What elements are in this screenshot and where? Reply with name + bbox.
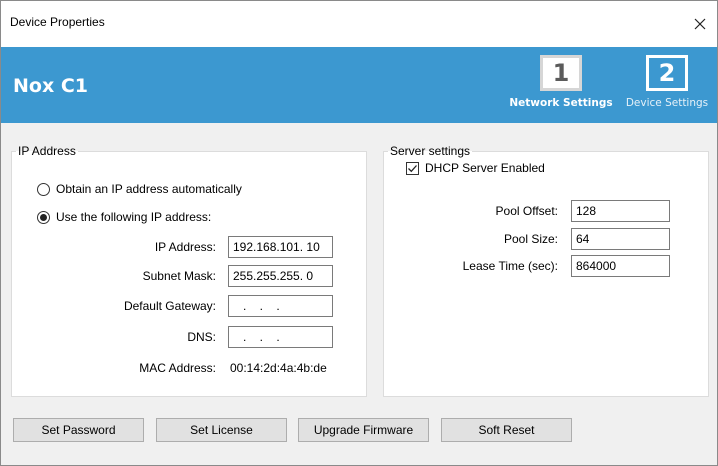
close-button[interactable] bbox=[683, 1, 717, 47]
default-gateway-field[interactable]: . . . bbox=[228, 295, 333, 317]
ip-address-field[interactable]: 192.168.101. 10 bbox=[228, 236, 333, 258]
mac-address-value: 00:14:2d:4a:4b:de bbox=[230, 361, 327, 375]
title-bar: Device Properties bbox=[1, 1, 717, 47]
pool-size-label: Pool Size: bbox=[503, 232, 558, 246]
pool-size-field[interactable]: 64 bbox=[571, 228, 670, 250]
upgrade-firmware-button[interactable]: Upgrade Firmware bbox=[298, 418, 429, 442]
server-settings-group-label: Server settings bbox=[390, 144, 471, 158]
radio-obtain-automatically[interactable]: Obtain an IP address automatically bbox=[37, 182, 242, 196]
window-title: Device Properties bbox=[10, 15, 105, 29]
dhcp-server-label: DHCP Server Enabled bbox=[425, 161, 545, 175]
dhcp-server-checkbox[interactable]: DHCP Server Enabled bbox=[406, 161, 545, 175]
radio-checked-icon bbox=[37, 210, 50, 224]
dns-field[interactable]: . . . bbox=[228, 326, 333, 348]
header-banner: Nox C1 1 Network Settings 2 Device Setti… bbox=[1, 47, 717, 123]
device-name: Nox C1 bbox=[13, 75, 88, 97]
subnet-mask-field[interactable]: 255.255.255. 0 bbox=[228, 265, 333, 287]
radio-use-following-label: Use the following IP address: bbox=[56, 210, 212, 224]
step-number-1: 1 bbox=[540, 55, 582, 91]
pool-offset-label: Pool Offset: bbox=[495, 204, 558, 218]
ip-address-group: IP Address Obtain an IP address automati… bbox=[11, 144, 367, 397]
soft-reset-button[interactable]: Soft Reset bbox=[441, 418, 572, 442]
step-number-2: 2 bbox=[646, 55, 688, 91]
pool-offset-field[interactable]: 128 bbox=[571, 200, 670, 222]
set-password-button[interactable]: Set Password bbox=[13, 418, 144, 442]
device-properties-window: Device Properties Nox C1 1 Network Setti… bbox=[0, 0, 718, 466]
checkbox-checked-icon bbox=[406, 161, 419, 175]
default-gateway-label: Default Gateway: bbox=[123, 299, 216, 313]
close-icon bbox=[694, 18, 706, 30]
step-network-settings[interactable]: 1 Network Settings bbox=[509, 55, 613, 109]
step-device-settings[interactable]: 2 Device Settings bbox=[621, 55, 713, 109]
ip-address-group-label: IP Address bbox=[18, 144, 76, 158]
set-license-button[interactable]: Set License bbox=[156, 418, 287, 442]
lease-time-label: Lease Time (sec): bbox=[462, 259, 558, 273]
mac-address-label: MAC Address: bbox=[139, 361, 216, 375]
server-settings-group: Server settings DHCP Server Enabled Pool… bbox=[383, 144, 709, 397]
lease-time-field[interactable]: 864000 bbox=[571, 255, 670, 277]
dns-label: DNS: bbox=[187, 330, 216, 344]
step-label-device-settings: Device Settings bbox=[625, 97, 709, 109]
subnet-mask-label: Subnet Mask: bbox=[142, 269, 216, 283]
radio-unchecked-icon bbox=[37, 182, 50, 196]
radio-use-following[interactable]: Use the following IP address: bbox=[37, 210, 211, 224]
radio-obtain-automatically-label: Obtain an IP address automatically bbox=[56, 182, 242, 196]
ip-address-label: IP Address: bbox=[154, 240, 216, 254]
step-label-network-settings: Network Settings bbox=[509, 97, 613, 109]
